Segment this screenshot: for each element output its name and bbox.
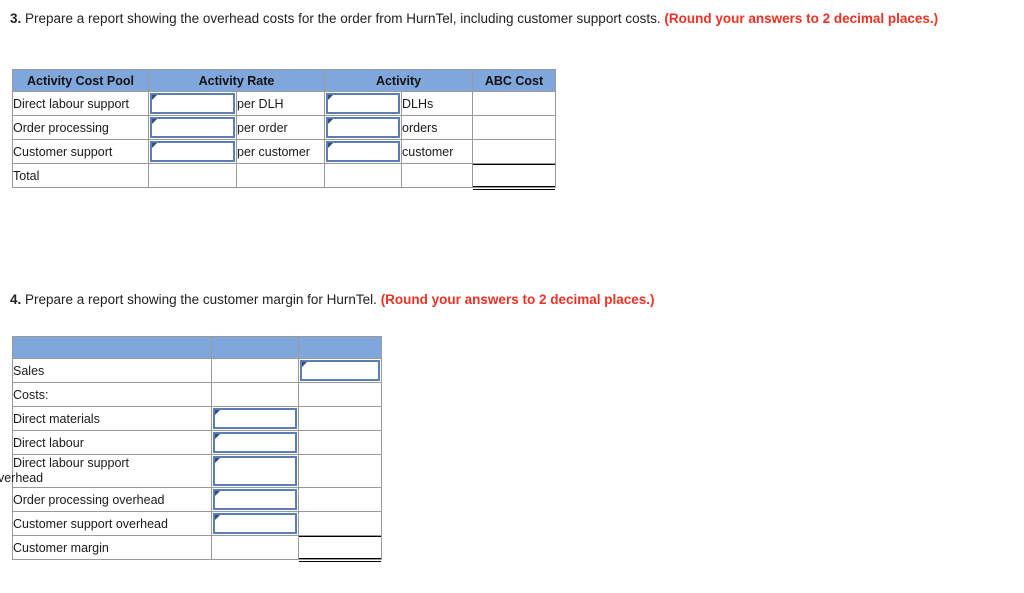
label-line-1: Direct labour support xyxy=(13,456,130,470)
cell-direct-labour-amount xyxy=(298,430,382,455)
question-3-text: Prepare a report showing the overhead co… xyxy=(21,11,665,26)
column-header-activity-rate: Activity Rate xyxy=(147,69,326,92)
column-header-total xyxy=(298,336,382,359)
column-header-activity-cost-pool: Activity Cost Pool xyxy=(12,69,149,92)
question-3-prompt: 3. Prepare a report showing the overhead… xyxy=(10,9,950,28)
table-header-row: Activity Cost Pool Activity Rate Activit… xyxy=(12,69,557,92)
table-row: Customer support per customer customer xyxy=(12,139,557,164)
row-label-total: Total xyxy=(12,163,149,188)
entry-box[interactable] xyxy=(150,117,235,138)
input-cell-activity-customer-support[interactable] xyxy=(324,139,403,164)
entry-box[interactable] xyxy=(326,117,401,138)
table-row: Direct labour supportoverhead xyxy=(0,454,382,488)
row-label-direct-materials: Direct materials xyxy=(12,406,212,431)
entry-box[interactable] xyxy=(326,93,401,114)
row-label-direct-labour: Direct labour xyxy=(12,430,212,455)
column-header-activity: Activity xyxy=(324,69,474,92)
row-label-costs: Costs: xyxy=(12,382,212,407)
total-rate-unit xyxy=(235,163,326,188)
row-label-direct-labour-support: Direct labour support xyxy=(12,91,149,116)
question-3-number: 3. xyxy=(10,11,22,26)
total-abc-cost xyxy=(472,163,557,190)
entry-box[interactable] xyxy=(150,141,235,162)
row-label-customer-support-overhead: Customer support overhead xyxy=(12,511,212,536)
row-label-customer-support: Customer support xyxy=(12,139,149,164)
column-header-subtotal xyxy=(211,336,299,359)
cell-direct-labour-support-overhead-amount xyxy=(298,454,382,488)
cell-direct-materials-amount xyxy=(298,406,382,431)
input-cell-rate-direct-labour-support[interactable] xyxy=(148,91,237,116)
cell-order-processing-overhead-amount xyxy=(298,487,382,512)
abc-cost-customer-support xyxy=(472,139,557,164)
table-row: Sales xyxy=(12,358,382,383)
input-cell-order-processing-overhead[interactable] xyxy=(211,487,299,512)
row-label-order-processing-overhead: Order processing overhead xyxy=(12,487,212,512)
column-header-abc-cost: ABC Cost xyxy=(472,69,557,92)
entry-box[interactable] xyxy=(326,141,401,162)
table-row: Direct materials xyxy=(12,406,382,431)
label-line-2: overhead xyxy=(0,471,44,485)
table-row: Customer support overhead xyxy=(12,511,382,536)
unit-label-orders: orders xyxy=(401,115,474,140)
total-rate-value xyxy=(148,163,237,188)
column-header-item xyxy=(12,336,212,359)
entry-box[interactable] xyxy=(213,489,297,510)
table-row: Costs: xyxy=(12,382,382,407)
abc-cost-direct-labour-support xyxy=(472,91,557,116)
question-4-prompt: 4. Prepare a report showing the customer… xyxy=(10,290,950,309)
entry-box[interactable] xyxy=(213,408,297,429)
input-cell-rate-order-processing[interactable] xyxy=(148,115,237,140)
question-4-number: 4. xyxy=(10,292,22,307)
cell-customer-support-overhead-amount xyxy=(298,511,382,536)
table-total-row: Total xyxy=(12,163,557,190)
cell-customer-margin-amount xyxy=(298,535,382,562)
table-total-row: Customer margin xyxy=(12,535,382,562)
question-3-rounding-hint: (Round your answers to 2 decimal places.… xyxy=(664,11,939,26)
question-4-text: Prepare a report showing the customer ma… xyxy=(21,292,381,307)
table-row: Order processing per order orders xyxy=(12,115,557,140)
entry-box[interactable] xyxy=(300,360,380,381)
entry-box[interactable] xyxy=(150,93,235,114)
entry-box[interactable] xyxy=(213,513,297,534)
abc-cost-order-processing xyxy=(472,115,557,140)
cell-costs-amount xyxy=(298,382,382,407)
cell-customer-margin-subtotal xyxy=(211,535,299,560)
input-cell-direct-labour[interactable] xyxy=(211,430,299,455)
input-cell-direct-labour-support-overhead[interactable] xyxy=(211,454,299,488)
question-4-rounding-hint: (Round your answers to 2 decimal places.… xyxy=(380,292,655,307)
table-header-row xyxy=(12,336,382,359)
input-cell-activity-direct-labour-support[interactable] xyxy=(324,91,403,116)
total-activity-unit xyxy=(401,163,474,188)
total-activity-value xyxy=(324,163,403,188)
cell-sales-subtotal xyxy=(211,358,299,383)
overhead-costs-table: Activity Cost Pool Activity Rate Activit… xyxy=(12,69,557,190)
table-row: Direct labour xyxy=(12,430,382,455)
row-label-customer-margin: Customer margin xyxy=(12,535,212,560)
unit-label-per-dlh: per DLH xyxy=(235,91,326,116)
total-rule xyxy=(299,536,381,562)
unit-label-per-customer: per customer xyxy=(235,139,326,164)
customer-margin-table: Sales Costs: Direct materials Direct lab… xyxy=(0,336,382,562)
row-label-sales: Sales xyxy=(12,358,212,383)
input-cell-customer-support-overhead[interactable] xyxy=(211,511,299,536)
row-label-order-processing: Order processing xyxy=(12,115,149,140)
unit-label-dlhs: DLHs xyxy=(401,91,474,116)
row-label-direct-labour-support-overhead: Direct labour supportoverhead xyxy=(0,454,212,488)
entry-box[interactable] xyxy=(213,432,297,453)
total-rule xyxy=(473,164,556,190)
input-cell-rate-customer-support[interactable] xyxy=(148,139,237,164)
input-cell-activity-order-processing[interactable] xyxy=(324,115,403,140)
cell-costs-subtotal xyxy=(211,382,299,407)
input-cell-sales-amount[interactable] xyxy=(298,358,382,383)
table-row: Order processing overhead xyxy=(12,487,382,512)
unit-label-per-order: per order xyxy=(235,115,326,140)
entry-box[interactable] xyxy=(213,456,297,486)
table-row: Direct labour support per DLH DLHs xyxy=(12,91,557,116)
unit-label-customer: customer xyxy=(401,139,474,164)
input-cell-direct-materials[interactable] xyxy=(211,406,299,431)
